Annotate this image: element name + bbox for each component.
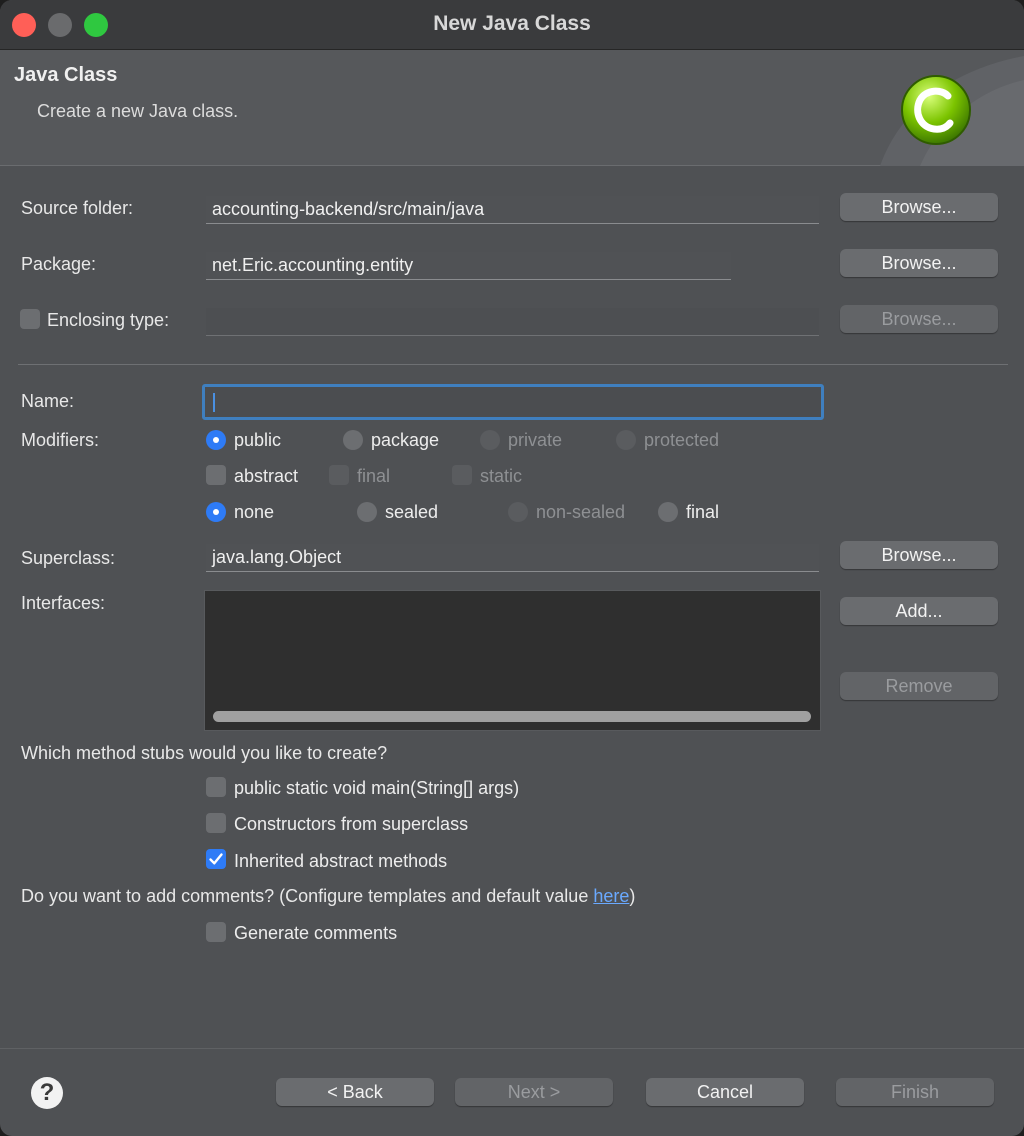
browse-enclosing-type-button[interactable]: Browse... bbox=[840, 305, 998, 333]
name-label: Name: bbox=[21, 391, 75, 411]
stub-main-checkbox[interactable] bbox=[206, 777, 226, 797]
next-button[interactable]: Next > bbox=[455, 1078, 613, 1106]
package-label: Package: bbox=[21, 254, 97, 274]
stub-inherited-abstract-label: Inherited abstract methods bbox=[234, 851, 448, 871]
browse-package-button[interactable]: Browse... bbox=[840, 249, 998, 277]
modifier-abstract-checkbox[interactable] bbox=[206, 465, 226, 485]
modifier-protected-label: protected bbox=[644, 430, 720, 450]
modifier-public-label: public bbox=[234, 430, 282, 450]
modifiers-label: Modifiers: bbox=[21, 430, 100, 450]
modifier-protected-radio[interactable] bbox=[616, 430, 636, 450]
enclosing-type-field[interactable] bbox=[206, 308, 819, 336]
generate-comments-checkbox[interactable] bbox=[206, 922, 226, 942]
enclosing-type-checkbox[interactable] bbox=[20, 309, 40, 329]
browse-source-folder-button[interactable]: Browse... bbox=[840, 193, 998, 221]
interfaces-horizontal-scrollbar[interactable] bbox=[213, 711, 811, 722]
sealing-sealed-label: sealed bbox=[385, 502, 439, 522]
source-folder-label: Source folder: bbox=[21, 198, 134, 218]
modifier-static-label: static bbox=[480, 466, 523, 486]
title-bar: New Java Class bbox=[0, 0, 1024, 50]
stub-constructors-label: Constructors from superclass bbox=[234, 814, 469, 834]
enclosing-type-label: Enclosing type: bbox=[47, 310, 170, 330]
help-icon[interactable]: ? bbox=[31, 1077, 63, 1109]
comments-question: Do you want to add comments? (Configure … bbox=[21, 886, 635, 907]
finish-button[interactable]: Finish bbox=[836, 1078, 994, 1106]
banner-description: Create a new Java class. bbox=[37, 101, 239, 121]
checkmark-icon bbox=[209, 853, 223, 865]
modifier-package-radio[interactable] bbox=[343, 430, 363, 450]
superclass-label: Superclass: bbox=[21, 548, 116, 568]
modifier-private-radio[interactable] bbox=[480, 430, 500, 450]
interfaces-label: Interfaces: bbox=[21, 593, 106, 613]
new-java-class-dialog: New Java Class Java Class Create a new J… bbox=[0, 0, 1024, 1136]
section-divider bbox=[18, 364, 1008, 365]
class-name-input[interactable] bbox=[202, 384, 824, 420]
source-folder-field[interactable]: accounting-backend/src/main/java bbox=[206, 196, 819, 224]
sealing-final-radio[interactable] bbox=[658, 502, 678, 522]
wizard-banner: Java Class Create a new Java class. bbox=[0, 50, 1024, 166]
close-window-button[interactable] bbox=[12, 13, 36, 37]
modifier-private-label: private bbox=[508, 430, 563, 450]
comments-question-suffix: ) bbox=[629, 886, 636, 906]
maximize-window-button[interactable] bbox=[84, 13, 108, 37]
modifier-abstract-label: abstract bbox=[234, 466, 299, 486]
superclass-field[interactable]: java.lang.Object bbox=[206, 544, 819, 572]
sealing-none-label: none bbox=[234, 502, 275, 522]
modifier-final-checkbox[interactable] bbox=[329, 465, 349, 485]
sealing-sealed-radio[interactable] bbox=[357, 502, 377, 522]
stub-main-label: public static void main(String[] args) bbox=[234, 778, 520, 798]
sealing-final-label: final bbox=[686, 502, 720, 522]
java-class-icon bbox=[901, 75, 971, 145]
modifier-static-checkbox[interactable] bbox=[452, 465, 472, 485]
configure-templates-link[interactable]: here bbox=[593, 886, 629, 906]
stub-constructors-checkbox[interactable] bbox=[206, 813, 226, 833]
footer-divider bbox=[0, 1048, 1024, 1049]
generate-comments-label: Generate comments bbox=[234, 923, 398, 943]
browse-superclass-button[interactable]: Browse... bbox=[840, 541, 998, 569]
minimize-window-button[interactable] bbox=[48, 13, 72, 37]
sealing-non-sealed-radio[interactable] bbox=[508, 502, 528, 522]
remove-interface-button[interactable]: Remove bbox=[840, 672, 998, 700]
interfaces-list[interactable] bbox=[204, 590, 821, 731]
method-stubs-question: Which method stubs would you like to cre… bbox=[21, 743, 388, 763]
sealing-none-radio[interactable] bbox=[206, 502, 226, 522]
add-interface-button[interactable]: Add... bbox=[840, 597, 998, 625]
banner-title: Java Class bbox=[14, 64, 118, 86]
cancel-button[interactable]: Cancel bbox=[646, 1078, 804, 1106]
comments-question-text: Do you want to add comments? (Configure … bbox=[21, 886, 594, 906]
modifier-public-radio[interactable] bbox=[206, 430, 226, 450]
modifier-package-label: package bbox=[371, 430, 440, 450]
stub-inherited-abstract-checkbox[interactable] bbox=[206, 849, 226, 869]
back-button[interactable]: < Back bbox=[276, 1078, 434, 1106]
sealing-non-sealed-label: non-sealed bbox=[536, 502, 626, 522]
package-field[interactable]: net.Eric.accounting.entity bbox=[206, 252, 731, 280]
modifier-final-label: final bbox=[357, 466, 391, 486]
window-title: New Java Class bbox=[433, 12, 591, 35]
text-caret bbox=[213, 393, 215, 412]
